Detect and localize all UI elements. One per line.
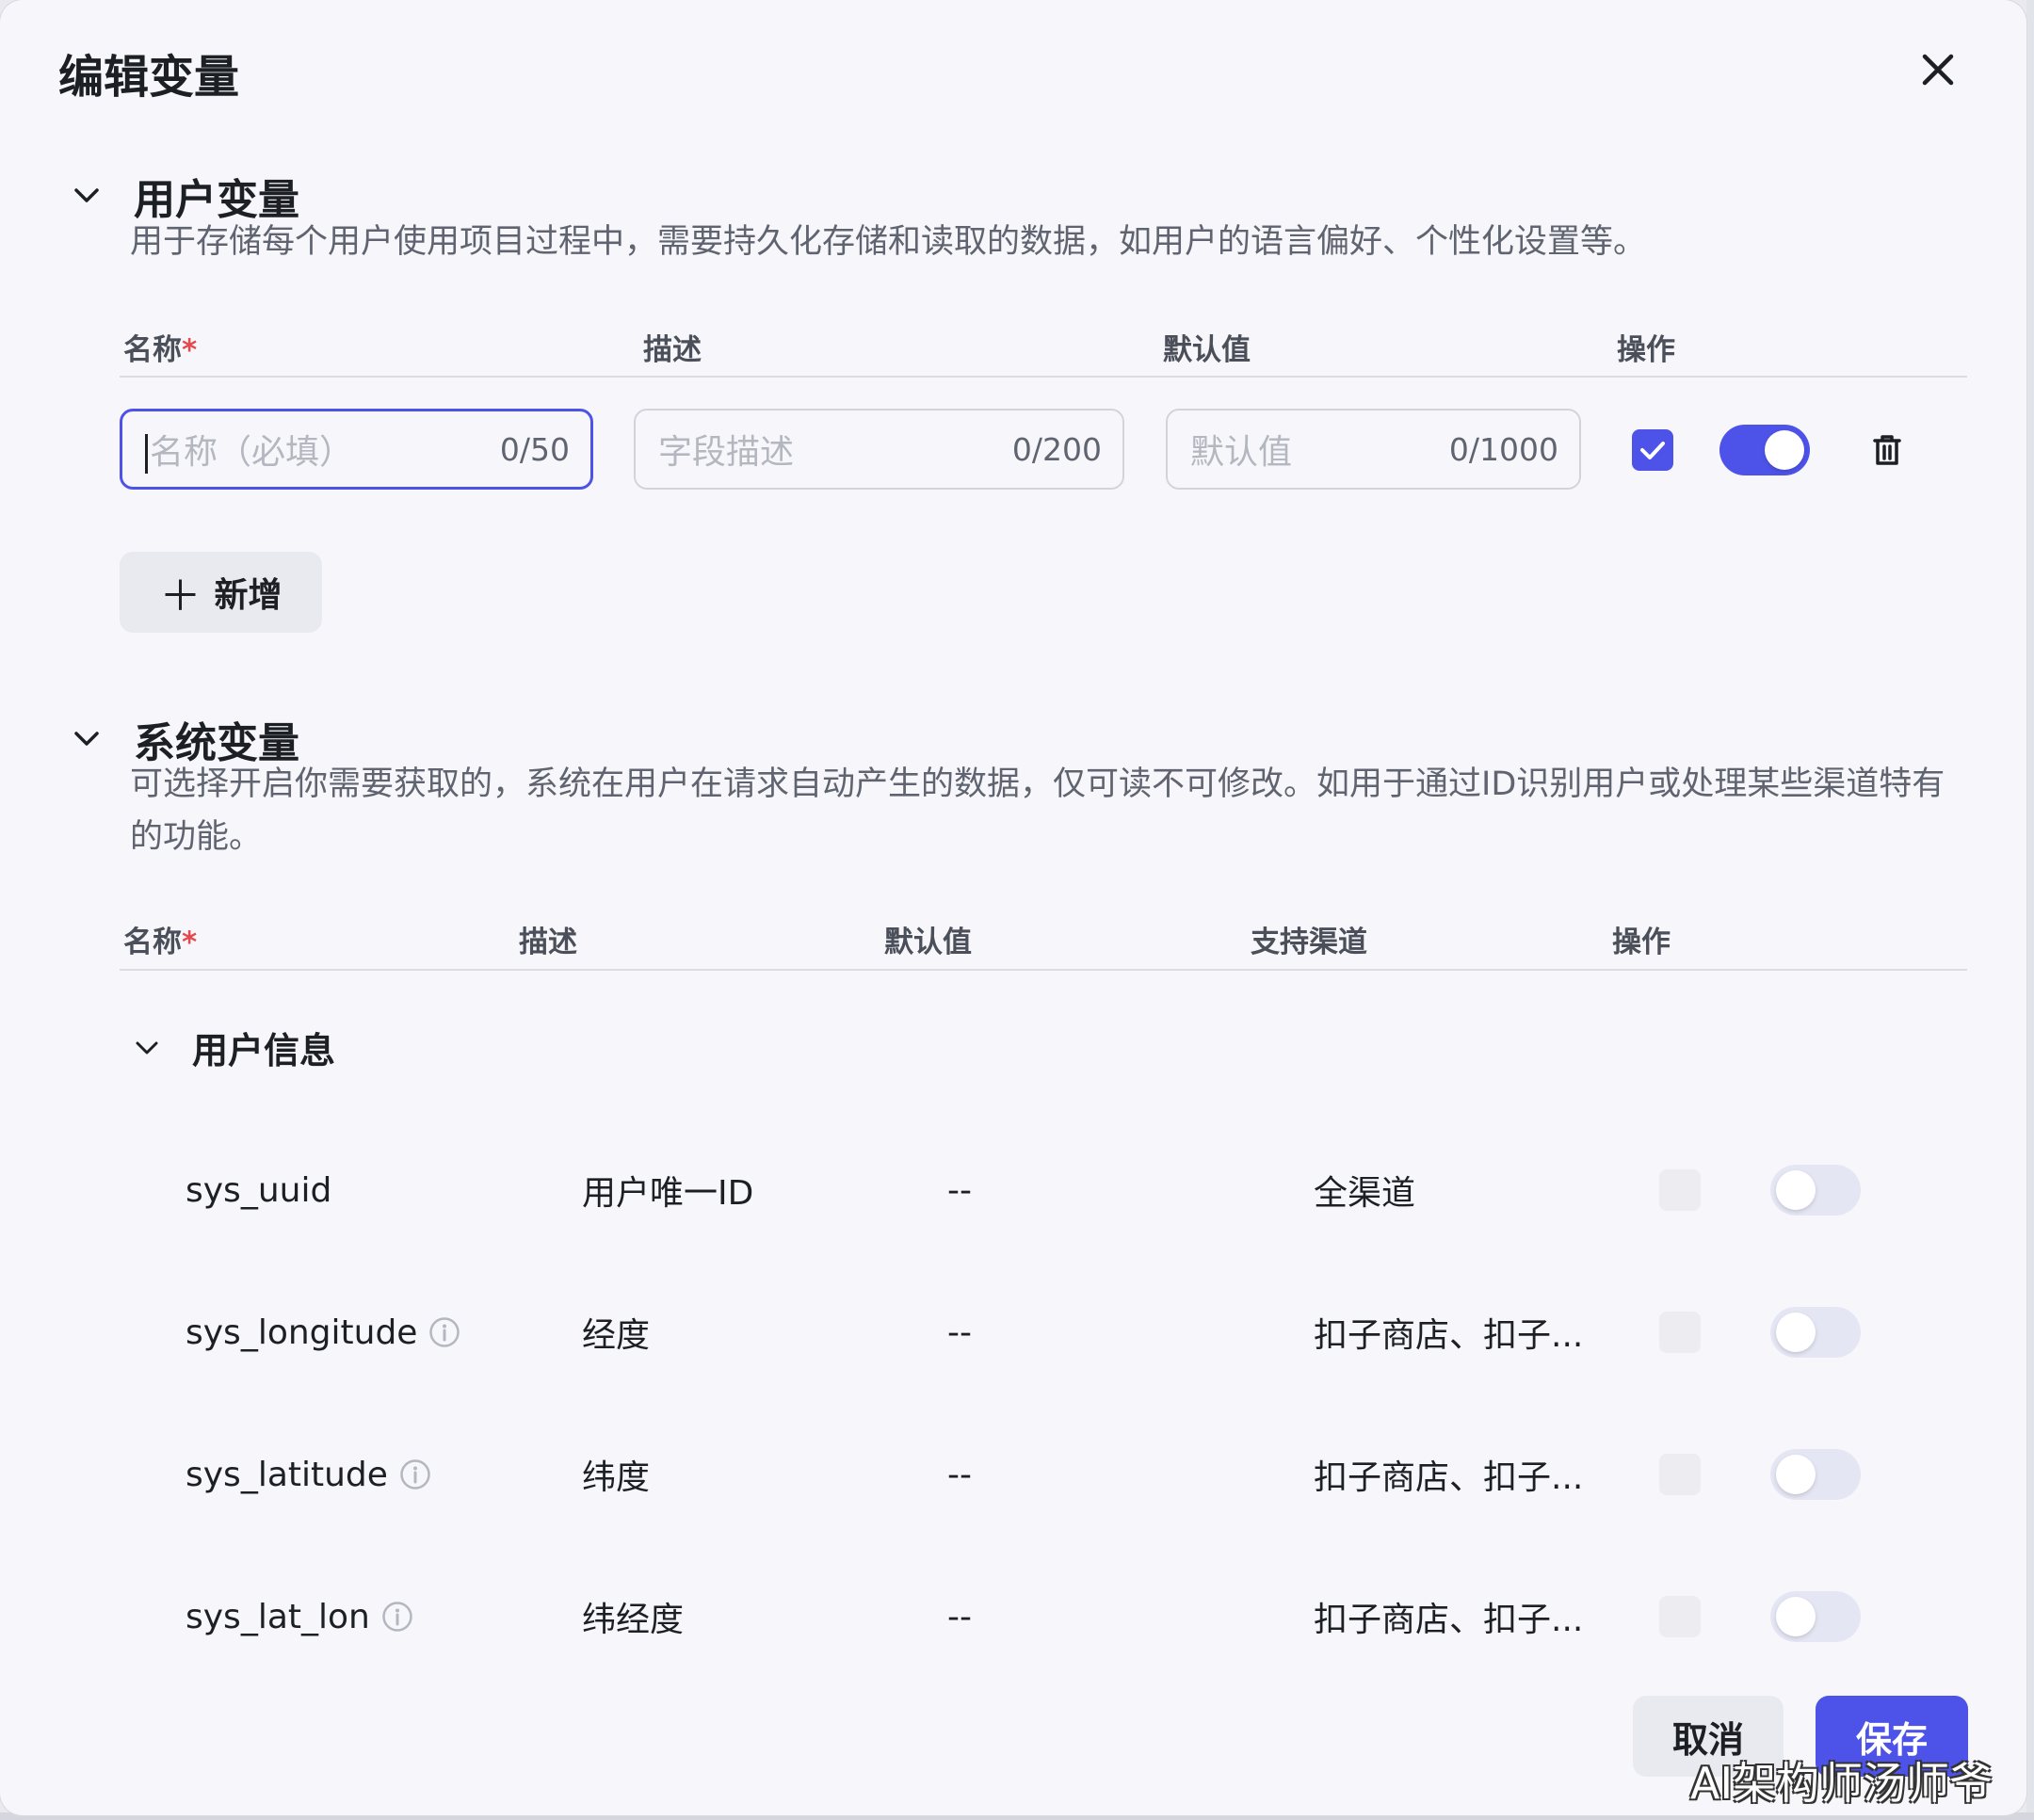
plus-icon: ＋ <box>159 572 202 620</box>
table-row: sys_uuid 用户唯一ID -- 全渠道 <box>0 1152 2026 1228</box>
description-placeholder: 字段描述 <box>658 433 795 472</box>
variable-enable-toggle[interactable] <box>1770 1591 1861 1642</box>
variable-channels: 扣子商店、扣子... <box>1314 1316 1584 1355</box>
background-strip <box>2026 0 2034 1820</box>
col-name: 名称* <box>123 333 198 367</box>
variable-default: -- <box>947 1313 972 1352</box>
sys-col-ops: 操作 <box>1612 926 1671 959</box>
table-row: sys_longitude 经度 -- 扣子商店、扣子... <box>0 1295 2026 1370</box>
toggle-knob <box>1776 1170 1816 1210</box>
table-row: sys_latitude 纬度 -- 扣子商店、扣子... <box>0 1437 2026 1512</box>
sys-vars-description: 可选择开启你需要获取的，系统在用户在请求自动产生的数据，仅可读不可修改。如用于通… <box>130 765 1945 856</box>
variable-channels: 扣子商店、扣子... <box>1314 1458 1584 1497</box>
sys-col-channels: 支持渠道 <box>1251 926 1367 959</box>
chevron-down-icon[interactable] <box>68 720 105 758</box>
variable-channels: 全渠道 <box>1314 1174 1416 1213</box>
variable-channels: 扣子商店、扣子... <box>1314 1601 1584 1639</box>
description-char-count: 0/200 <box>1011 430 1102 468</box>
col-default: 默认值 <box>1163 333 1251 367</box>
variable-name: sys_lat_lon <box>186 1579 413 1654</box>
info-icon[interactable] <box>428 1316 460 1348</box>
sys-col-desc: 描述 <box>519 926 577 959</box>
add-variable-label: 新增 <box>214 576 282 615</box>
variable-checkbox-disabled <box>1659 1169 1701 1211</box>
variable-description: 用户唯一ID <box>582 1174 754 1213</box>
variable-description: 纬度 <box>582 1458 651 1497</box>
default-value-placeholder: 默认值 <box>1190 433 1293 472</box>
col-desc: 描述 <box>643 333 702 367</box>
description-input[interactable]: 字段描述 0/200 <box>634 409 1124 490</box>
default-value-char-count: 0/1000 <box>1448 430 1558 468</box>
col-ops: 操作 <box>1617 333 1675 367</box>
user-info-group-header[interactable]: 用户信息 <box>128 1022 335 1073</box>
user-info-group-title: 用户信息 <box>192 1030 336 1071</box>
table-row: sys_lat_lon 纬经度 -- 扣子商店、扣子... <box>0 1579 2026 1654</box>
check-icon <box>1640 442 1665 459</box>
variable-enable-toggle[interactable] <box>1770 1449 1861 1500</box>
dialog-title: 编辑变量 <box>58 51 240 104</box>
default-value-input[interactable]: 默认值 0/1000 <box>1166 409 1581 490</box>
info-icon[interactable] <box>381 1601 413 1633</box>
variable-default: -- <box>947 1455 972 1494</box>
variable-enable-toggle[interactable] <box>1719 425 1810 475</box>
name-char-count: 0/50 <box>499 430 570 468</box>
chevron-down-icon[interactable] <box>128 1029 166 1067</box>
variable-enable-toggle[interactable] <box>1770 1307 1861 1358</box>
variable-checkbox-disabled <box>1659 1312 1701 1353</box>
variable-checkbox-disabled <box>1659 1454 1701 1495</box>
variable-description: 纬经度 <box>582 1601 685 1639</box>
variable-default: -- <box>947 1170 972 1210</box>
info-icon[interactable] <box>399 1458 431 1490</box>
variable-name: sys_latitude <box>186 1437 431 1512</box>
sys-col-default: 默认值 <box>884 926 972 959</box>
variable-name: sys_uuid <box>186 1170 332 1210</box>
watermark-text: AI架构师汤师爷 <box>1690 1758 1994 1809</box>
close-icon <box>1922 54 1954 86</box>
add-variable-button[interactable]: ＋ 新增 <box>120 552 322 633</box>
delete-button[interactable] <box>1868 431 1906 469</box>
name-input[interactable]: 名称（必填） 0/50 <box>120 409 593 490</box>
toggle-knob <box>1765 430 1804 470</box>
name-placeholder: 名称（必填） <box>150 433 354 472</box>
text-caret <box>145 434 148 474</box>
variable-checkbox[interactable] <box>1632 429 1673 471</box>
trash-icon <box>1873 435 1901 465</box>
toggle-knob <box>1776 1455 1816 1494</box>
sys-col-name: 名称* <box>123 926 198 959</box>
close-button[interactable] <box>1912 43 1964 96</box>
variable-description: 经度 <box>582 1316 651 1355</box>
variable-enable-toggle[interactable] <box>1770 1165 1861 1216</box>
variable-checkbox-disabled <box>1659 1596 1701 1637</box>
chevron-down-icon[interactable] <box>68 177 105 215</box>
variable-name: sys_longitude <box>186 1295 460 1370</box>
sys-header-divider <box>120 969 1967 971</box>
toggle-knob <box>1776 1597 1816 1636</box>
header-divider <box>120 376 1967 378</box>
user-vars-description: 用于存储每个用户使用项目过程中，需要持久化存储和读取的数据，如用户的语言偏好、个… <box>130 223 1647 261</box>
variable-default: -- <box>947 1597 972 1636</box>
edit-variables-dialog: 编辑变量 用户变量 用于存储每个用户使用项目过程中，需要持久化存储和读取的数据，… <box>0 0 2026 1815</box>
toggle-knob <box>1776 1313 1816 1352</box>
